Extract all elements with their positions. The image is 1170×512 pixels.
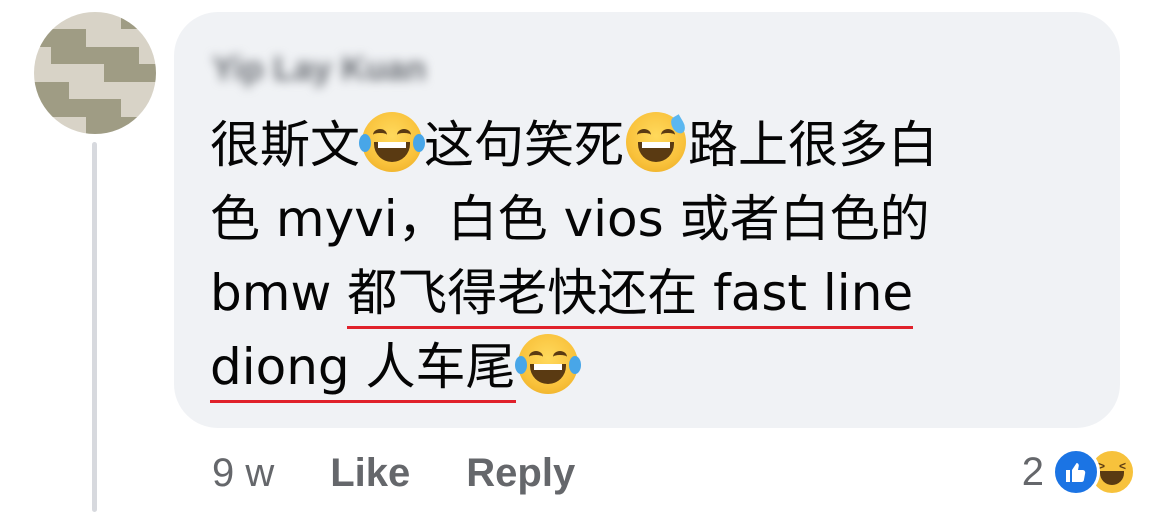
reactions-summary[interactable]: 2 > <: [1022, 446, 1136, 498]
reaction-count: 2: [1021, 449, 1044, 494]
avatar-pixel: [34, 116, 52, 134]
avatar-pixel: [121, 64, 139, 82]
laughing-tears-emoji-icon: [514, 334, 581, 394]
comment-bubble: Yip Lay Kuan 很斯文 这句笑死 路上很多白色 myvi，白色 vios …: [174, 12, 1120, 428]
avatar-pixel: [103, 29, 122, 47]
laughing-tears-emoji-icon: [359, 112, 425, 172]
comment-text-segment: diong 人车尾: [210, 338, 516, 403]
avatar-pixel: [138, 99, 156, 117]
comment-text-segment: 路上很多白: [688, 116, 938, 174]
avatar-pixel: [68, 12, 87, 30]
avatar-pixel: [34, 29, 52, 47]
avatar-pixel: [86, 64, 104, 82]
comment-text-segment: bmw: [210, 264, 348, 322]
avatar-pixel: [86, 46, 104, 65]
avatar-pixel: [138, 81, 156, 100]
comment-text-segment: 都飞得老快还在 fast line: [347, 264, 914, 329]
avatar-pixel: [121, 12, 139, 30]
avatar-pixel: [121, 116, 139, 134]
avatar-pixel: [138, 29, 156, 47]
avatar-pixel: [86, 116, 104, 134]
avatar-pixel: [68, 46, 87, 65]
avatar-pixel: [86, 12, 104, 30]
avatar-pixel: [51, 99, 69, 117]
avatar-pixel: [103, 46, 122, 65]
avatar-pixel: [138, 64, 156, 82]
like-button[interactable]: Like: [330, 451, 410, 496]
avatar-pixel: [138, 12, 156, 30]
like-reaction-icon: [1052, 448, 1100, 496]
avatar-pixel: [51, 81, 69, 100]
avatar-pixel: [121, 81, 139, 100]
avatar-pixel: [121, 99, 139, 117]
comment-text-segment: 这句笑死: [424, 116, 624, 174]
avatar-pixel: [51, 64, 69, 82]
avatar-pixel: [68, 29, 87, 47]
avatar-pixel: [103, 64, 122, 82]
avatar-pixel: [103, 99, 122, 117]
comment-text-segment: 很斯文: [210, 116, 360, 174]
author-avatar[interactable]: [34, 12, 156, 134]
avatar-pixel: [34, 99, 52, 117]
avatar-pixel: [86, 81, 104, 100]
comment-meta: 9 w Like Reply: [212, 448, 575, 498]
avatar-pixel: [138, 116, 156, 134]
avatar-pixel: [51, 116, 69, 134]
avatar-pixel: [51, 46, 69, 65]
avatar-pixel: [121, 46, 139, 65]
avatar-pixel: [138, 46, 156, 65]
thread-line: [92, 142, 97, 512]
avatar-pixel: [103, 116, 122, 134]
avatar-pixel: [103, 12, 122, 30]
avatar-pixel: [68, 99, 87, 117]
avatar-pixel: [34, 46, 52, 65]
avatar-pixel: [34, 81, 52, 100]
avatar-pixel: [34, 64, 52, 82]
author-name[interactable]: Yip Lay Kuan: [212, 50, 502, 88]
avatar-pixel: [34, 12, 52, 30]
avatar-pixel: [51, 29, 69, 47]
avatar-pixel: [86, 29, 104, 47]
avatar-pixel: [68, 116, 87, 134]
avatar-pixel: [86, 99, 104, 117]
timestamp[interactable]: 9 w: [212, 451, 274, 496]
reply-button[interactable]: Reply: [466, 451, 575, 496]
avatar-pixel: [103, 81, 122, 100]
avatar-pixel: [121, 29, 139, 47]
sweat-smile-emoji-icon: [626, 112, 688, 172]
avatar-pixel: [68, 81, 87, 100]
comment-text-segment: 色 myvi，白色 vios 或者白色的: [210, 190, 930, 248]
avatar-pixel: [68, 64, 87, 82]
avatar-pixel: [51, 12, 69, 30]
comment-text: 很斯文 这句笑死 路上很多白色 myvi，白色 vios 或者白色的 bmw 都飞得老…: [210, 108, 1090, 404]
